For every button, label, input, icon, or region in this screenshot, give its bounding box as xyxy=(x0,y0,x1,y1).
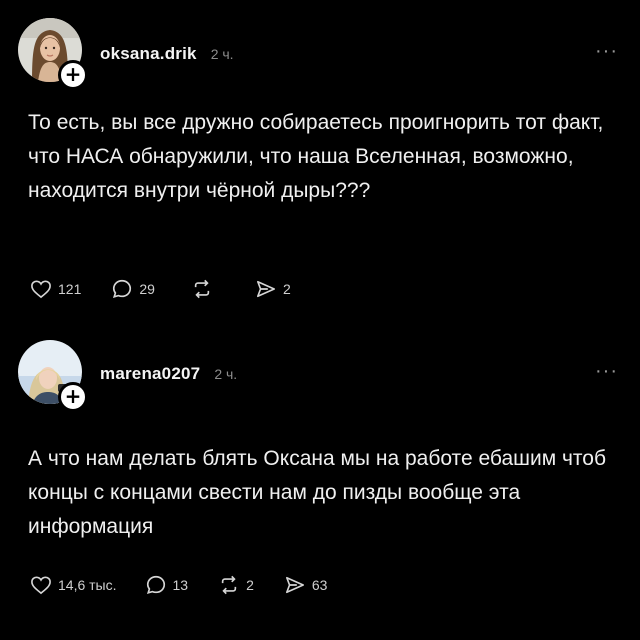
more-options-icon[interactable]: ··· xyxy=(595,361,618,381)
more-options-icon[interactable]: ··· xyxy=(595,41,618,61)
post-header: marena0207 2 ч. xyxy=(100,364,237,384)
comment-button[interactable]: 29 xyxy=(111,278,155,300)
share-button[interactable]: 2 xyxy=(255,279,291,299)
share-count: 63 xyxy=(311,577,328,593)
comment-count: 29 xyxy=(139,281,155,297)
comment-count: 13 xyxy=(172,577,189,593)
like-button[interactable]: 121 xyxy=(30,279,81,299)
repost-icon xyxy=(194,279,210,299)
like-button[interactable]: 14,6 тыс. xyxy=(30,575,117,595)
post-text: То есть, вы все дружно собираетесь проиг… xyxy=(28,111,604,202)
username[interactable]: marena0207 xyxy=(100,364,200,384)
action-bar: 121 29 2 xyxy=(30,276,291,302)
follow-plus-button[interactable]: + xyxy=(58,382,88,412)
comment-button[interactable]: 13 xyxy=(145,574,189,596)
comment-icon xyxy=(146,575,165,595)
thread-post: + oksana.drik 2 ч. ··· То есть, вы все д… xyxy=(0,0,640,320)
repost-button[interactable] xyxy=(191,279,219,299)
heart-icon xyxy=(31,576,51,595)
post-text: А что нам делать блять Оксана мы на рабо… xyxy=(28,447,607,538)
repost-icon xyxy=(221,575,237,595)
send-icon xyxy=(285,576,304,594)
timestamp: 2 ч. xyxy=(214,366,238,382)
repost-count: 2 xyxy=(246,577,254,593)
follow-plus-button[interactable]: + xyxy=(58,60,88,90)
like-count: 121 xyxy=(58,281,82,297)
comment-icon xyxy=(113,279,132,299)
repost-button[interactable]: 2 xyxy=(218,575,254,595)
post-header: oksana.drik 2 ч. xyxy=(100,44,234,64)
share-count: 2 xyxy=(282,281,291,297)
action-bar: 14,6 тыс. 13 2 63 xyxy=(30,572,327,598)
heart-icon xyxy=(31,280,51,299)
share-button[interactable]: 63 xyxy=(284,575,328,595)
timestamp: 2 ч. xyxy=(210,46,234,62)
author-avatar[interactable]: + xyxy=(18,340,88,412)
username[interactable]: oksana.drik xyxy=(100,44,197,64)
thread-post: + marena0207 2 ч. ··· А что нам делать б… xyxy=(0,320,640,640)
send-icon xyxy=(256,280,275,298)
like-count: 14,6 тыс. xyxy=(58,577,117,593)
author-avatar[interactable]: + xyxy=(18,18,88,90)
